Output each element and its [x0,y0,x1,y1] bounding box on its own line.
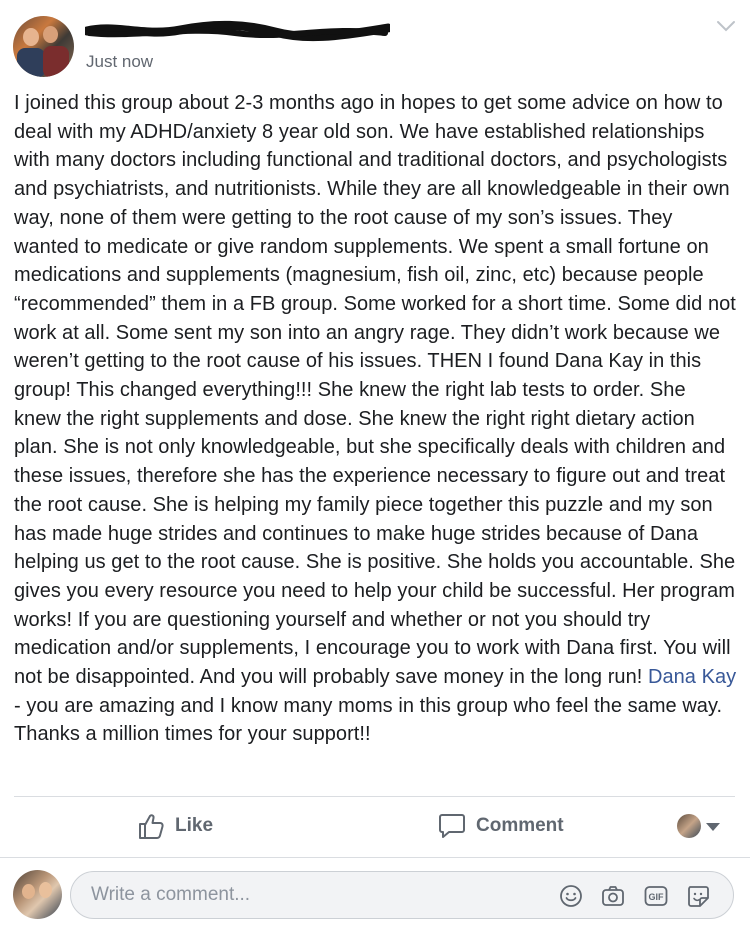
comment-composer: GIF [0,860,750,932]
author-avatar[interactable] [13,16,74,77]
post-body-text-end: - you are amazing and I know many moms i… [14,694,723,746]
svg-text:GIF: GIF [649,892,665,902]
emoji-icon[interactable] [559,884,583,908]
like-label: Like [175,815,214,836]
comment-box[interactable]: GIF [70,871,734,919]
avatar-face [39,882,52,898]
avatar-figure [43,46,69,77]
divider [0,857,750,858]
gif-icon[interactable]: GIF [644,884,668,908]
caret-down-icon[interactable] [706,823,720,831]
comment-input[interactable] [91,872,531,918]
chevron-down-icon[interactable] [715,18,737,34]
sticker-icon[interactable] [686,884,710,908]
camera-icon[interactable] [601,884,625,908]
post-as-avatar[interactable] [677,814,701,838]
post-body: I joined this group about 2-3 months ago… [14,89,738,749]
like-button[interactable]: Like [137,811,213,841]
avatar-face [43,26,58,43]
comment-label: Comment [476,815,564,836]
author-name-redacted[interactable] [85,20,390,42]
comment-bubble-icon [439,814,465,838]
current-user-avatar[interactable] [13,870,62,919]
thumbs-up-icon [139,814,164,839]
post-timestamp[interactable]: Just now [86,52,153,72]
post-actions-bar: Like Comment [0,797,750,857]
avatar-face [23,28,39,46]
mention-link[interactable]: Dana Kay [648,666,736,688]
avatar-face [22,884,35,899]
post-body-text: I joined this group about 2-3 months ago… [14,92,736,689]
comment-button[interactable]: Comment [438,811,564,841]
post-header: Just now [0,0,750,90]
avatar-figure [17,48,45,77]
